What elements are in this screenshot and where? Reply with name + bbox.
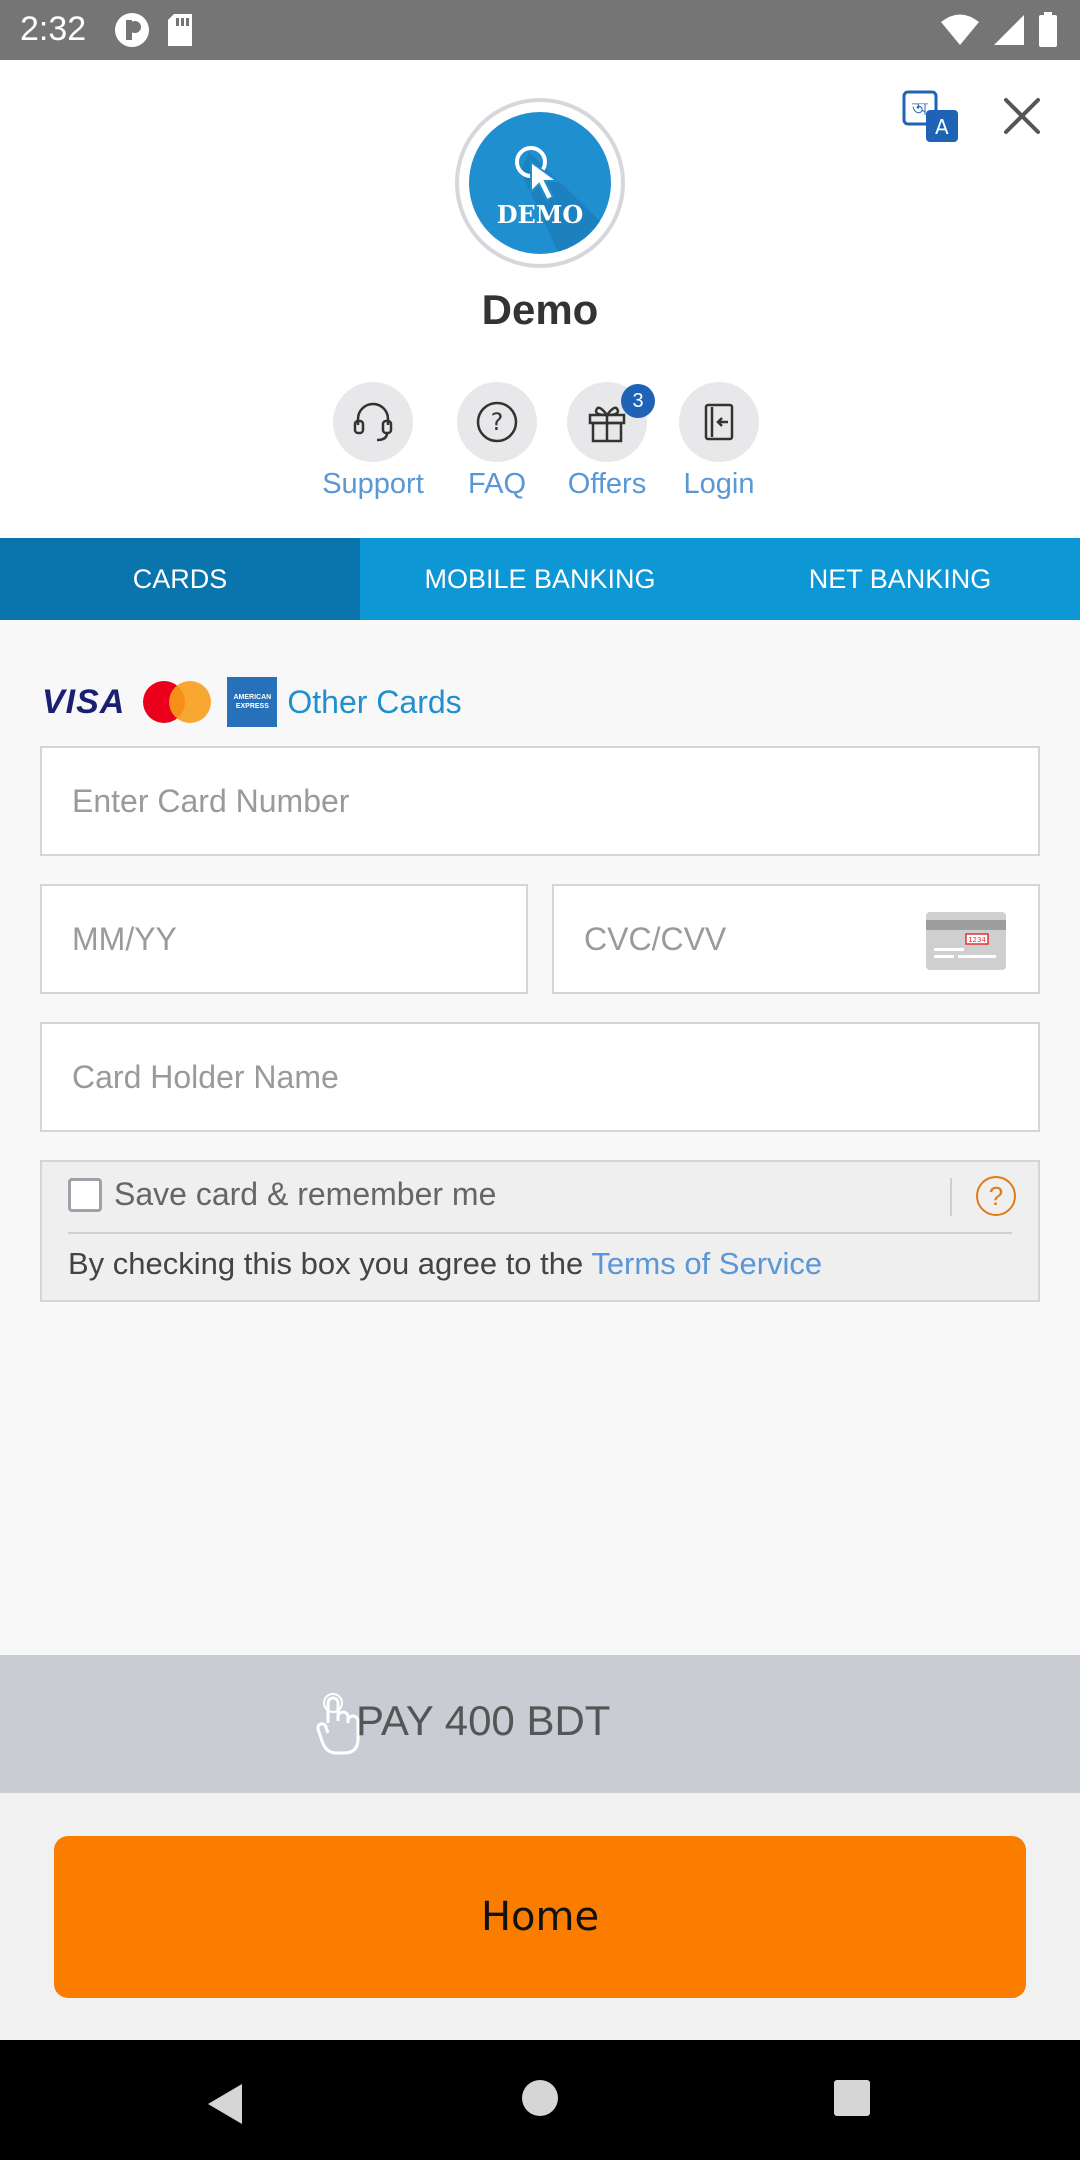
payment-method-tabs: CARDS MOBILE BANKING NET BANKING [0, 538, 1080, 620]
login-door-icon [704, 403, 734, 441]
close-button[interactable] [998, 92, 1046, 140]
status-bar: 2:32 [0, 0, 1080, 60]
cvc-card-text: 1234 [968, 936, 986, 944]
pay-button[interactable]: PAY 400 BDT [0, 1655, 1080, 1793]
other-cards-link[interactable]: Other Cards [287, 684, 461, 721]
app-notification-icon [115, 13, 149, 47]
tab-cards[interactable]: CARDS [0, 538, 360, 620]
mastercard-logo [143, 679, 212, 725]
home-button[interactable]: Home [54, 1836, 1026, 1998]
wifi-icon [941, 14, 979, 45]
expiry-field [40, 884, 528, 994]
svg-text:A: A [935, 115, 949, 139]
login-link[interactable]: Login [674, 382, 764, 501]
terms-of-service-link[interactable]: Terms of Service [591, 1246, 822, 1281]
pointer-click-icon [515, 146, 611, 254]
merchant-name: Demo [481, 286, 599, 333]
sd-card-icon [168, 14, 192, 46]
card-number-field [40, 746, 1040, 856]
offers-badge: 3 [621, 384, 655, 418]
card-holder-input[interactable] [42, 1024, 1038, 1130]
divider [950, 1178, 952, 1216]
tab-net-banking[interactable]: NET BANKING [720, 538, 1080, 620]
faq-label: FAQ [467, 468, 526, 500]
expiry-input[interactable] [42, 886, 526, 992]
language-toggle-button[interactable]: অ A [902, 88, 962, 144]
card-number-input[interactable] [42, 748, 1038, 854]
amex-logo: AMERICAN EXPRESS [227, 677, 278, 727]
bottom-area: Home [0, 1793, 1080, 2040]
terms-prefix: By checking this box you agree to the [68, 1246, 592, 1281]
save-card-checkbox[interactable] [68, 1178, 102, 1212]
logo-text: DEMO [496, 200, 584, 229]
visa-logo: VISA [42, 682, 126, 721]
login-label: Login [683, 468, 755, 500]
question-icon: ? [476, 401, 518, 443]
divider [68, 1232, 1012, 1234]
svg-text:অ: অ [911, 99, 928, 120]
support-label: Support [322, 468, 424, 500]
close-icon [1004, 98, 1040, 134]
card-brands: VISA AMERICAN EXPRESS Other Cards [42, 676, 462, 728]
merchant-logo: DEMO [455, 98, 625, 268]
svg-text:?: ? [491, 408, 504, 436]
translate-icon: অ A [902, 90, 958, 142]
terms-text: By checking this box you agree to the Te… [68, 1246, 822, 1282]
save-card-box: Save card & remember me ? By checking th… [40, 1160, 1040, 1302]
faq-link[interactable]: ? FAQ [452, 382, 542, 501]
merchant-header: অ A DEMO Demo Support ? FAQ 3 Offers Log… [0, 60, 1080, 538]
pay-label: PAY 400 BDT [356, 1697, 611, 1744]
tab-mobile-banking[interactable]: MOBILE BANKING [360, 538, 720, 620]
help-icon[interactable]: ? [976, 1176, 1016, 1216]
cell-signal-icon [994, 15, 1024, 45]
offers-link[interactable]: 3 Offers [562, 382, 655, 501]
cvc-field: 1234 [552, 884, 1040, 994]
quick-links: Support ? FAQ 3 Offers Login [0, 382, 1080, 502]
recent-apps-icon[interactable] [834, 2080, 870, 2116]
battery-icon [1039, 12, 1057, 47]
save-card-label[interactable]: Save card & remember me [114, 1176, 496, 1213]
back-icon[interactable] [206, 2082, 246, 2126]
card-holder-field [40, 1022, 1040, 1132]
cvc-card-icon: 1234 [926, 912, 1006, 970]
home-nav-icon[interactable] [522, 2080, 558, 2116]
status-time: 2:32 [20, 10, 87, 48]
offers-label: Offers [567, 468, 647, 500]
headset-icon [353, 402, 393, 442]
support-link[interactable]: Support [318, 382, 428, 501]
system-nav-bar [0, 2040, 1080, 2160]
card-form: VISA AMERICAN EXPRESS Other Cards 1234 [0, 620, 1080, 1655]
